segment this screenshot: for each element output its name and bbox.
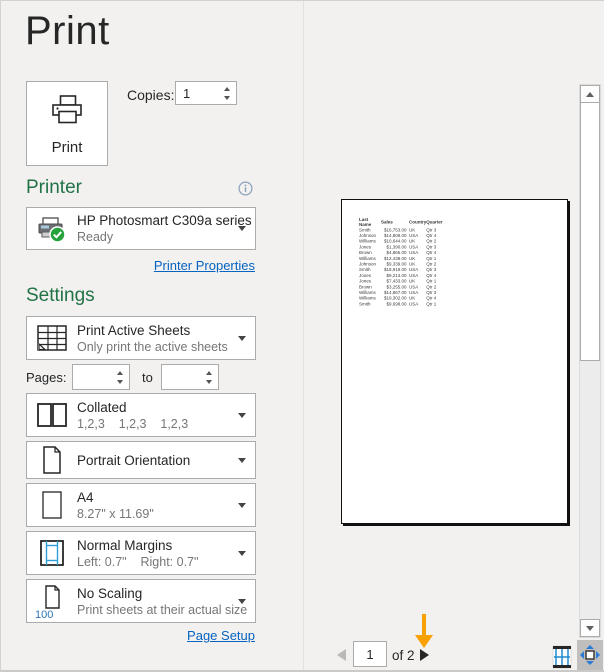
next-page-button[interactable]: [420, 649, 429, 661]
chevron-down-icon: [238, 458, 246, 463]
printer-section-heading: Printer: [26, 177, 82, 199]
active-sheets-icon: [27, 325, 77, 351]
scaling-subtitle: Print sheets at their actual size: [77, 603, 247, 617]
settings-section-heading: Settings: [26, 285, 95, 307]
printer-properties-link[interactable]: Printer Properties: [154, 258, 255, 273]
printer-status: Ready: [77, 230, 252, 244]
margins-subtitle: Left: 0.7" Right: 0.7": [77, 555, 198, 569]
chevron-down-icon: [238, 599, 246, 604]
collated-icon: [27, 403, 77, 427]
chevron-down-icon: [238, 503, 246, 508]
zoom-to-page-button[interactable]: [577, 640, 603, 670]
show-margins-button[interactable]: [550, 644, 574, 670]
total-pages-label: of 2: [392, 648, 415, 663]
show-margins-icon: [552, 645, 572, 669]
copies-increment-icon[interactable]: [224, 87, 230, 91]
printer-status-icon: [27, 215, 77, 243]
orientation-dropdown[interactable]: Portrait Orientation: [26, 441, 256, 479]
collation-subtitle: 1,2,3 1,2,3 1,2,3: [77, 417, 188, 431]
print-button[interactable]: Print: [26, 81, 108, 166]
chevron-down-icon: [238, 413, 246, 418]
paper-size-subtitle: 8.27" x 11.69": [77, 507, 154, 521]
copies-label: Copies:: [127, 87, 174, 103]
scaling-title: No Scaling: [77, 586, 247, 601]
copies-decrement-icon[interactable]: [224, 96, 230, 100]
scaling-icon: 100: [27, 580, 77, 622]
print-what-subtitle: Only print the active sheets: [77, 340, 228, 354]
annotation-arrow-icon: [415, 614, 433, 648]
pages-from-stepper[interactable]: [72, 364, 130, 390]
paper-size-title: A4: [77, 490, 154, 505]
scroll-up-icon: [586, 92, 594, 97]
scrollbar-thumb[interactable]: [580, 102, 600, 361]
chevron-down-icon: [238, 336, 246, 341]
scroll-down-button[interactable]: [580, 619, 600, 637]
copies-stepper[interactable]: [175, 81, 237, 105]
printer-selector-dropdown[interactable]: HP Photosmart C309a series Ready: [26, 207, 256, 250]
print-what-dropdown[interactable]: Print Active Sheets Only print the activ…: [26, 316, 256, 360]
chevron-down-icon: [238, 226, 246, 231]
current-page-box[interactable]: [353, 641, 387, 667]
print-what-title: Print Active Sheets: [77, 323, 228, 338]
page-title: Print: [25, 9, 110, 54]
pages-to-stepper[interactable]: [161, 364, 219, 390]
scroll-down-icon: [586, 626, 594, 631]
pages-to-increment-icon[interactable]: [206, 371, 212, 375]
collation-dropdown[interactable]: Collated 1,2,3 1,2,3 1,2,3: [26, 393, 256, 437]
info-icon[interactable]: [238, 181, 253, 201]
print-button-label: Print: [52, 139, 83, 156]
page-setup-link[interactable]: Page Setup: [187, 628, 255, 643]
selected-printer-name: HP Photosmart C309a series: [77, 213, 252, 228]
print-backstage-view: Print Print Copies: Printer: [0, 0, 604, 672]
copies-input[interactable]: [176, 86, 222, 101]
collation-title: Collated: [77, 400, 188, 415]
scaling-dropdown[interactable]: 100 No Scaling Print sheets at their act…: [26, 579, 256, 623]
chevron-down-icon: [238, 551, 246, 556]
pages-to-label: to: [142, 370, 153, 385]
print-preview-page: Last NameSalesCountryQuarterSmith$16,753…: [341, 199, 568, 524]
orientation-title: Portrait Orientation: [77, 453, 190, 468]
pages-to-input[interactable]: [162, 370, 204, 385]
scroll-up-button[interactable]: [580, 85, 600, 103]
preview-sheet-content: Last NameSalesCountryQuarterSmith$16,753…: [359, 217, 584, 307]
margins-icon: [27, 539, 77, 567]
pages-from-input[interactable]: [73, 370, 115, 385]
portrait-page-icon: [27, 446, 77, 474]
panel-divider: [303, 1, 304, 672]
printer-icon: [49, 94, 85, 130]
margins-dropdown[interactable]: Normal Margins Left: 0.7" Right: 0.7": [26, 531, 256, 575]
zoom-to-page-icon: [580, 645, 600, 665]
scaling-icon-value: 100: [35, 609, 53, 621]
pages-from-increment-icon[interactable]: [117, 371, 123, 375]
paper-size-icon: [27, 491, 77, 519]
preview-scrollbar[interactable]: [579, 84, 601, 638]
previous-page-button[interactable]: [337, 649, 346, 661]
pages-label: Pages:: [26, 370, 66, 385]
preview-table: Last NameSalesCountryQuarterSmith$16,753…: [359, 217, 443, 307]
current-page-input[interactable]: [354, 642, 386, 666]
pages-from-decrement-icon[interactable]: [117, 380, 123, 384]
paper-size-dropdown[interactable]: A4 8.27" x 11.69": [26, 483, 256, 527]
pages-to-decrement-icon[interactable]: [206, 380, 212, 384]
margins-title: Normal Margins: [77, 538, 198, 553]
